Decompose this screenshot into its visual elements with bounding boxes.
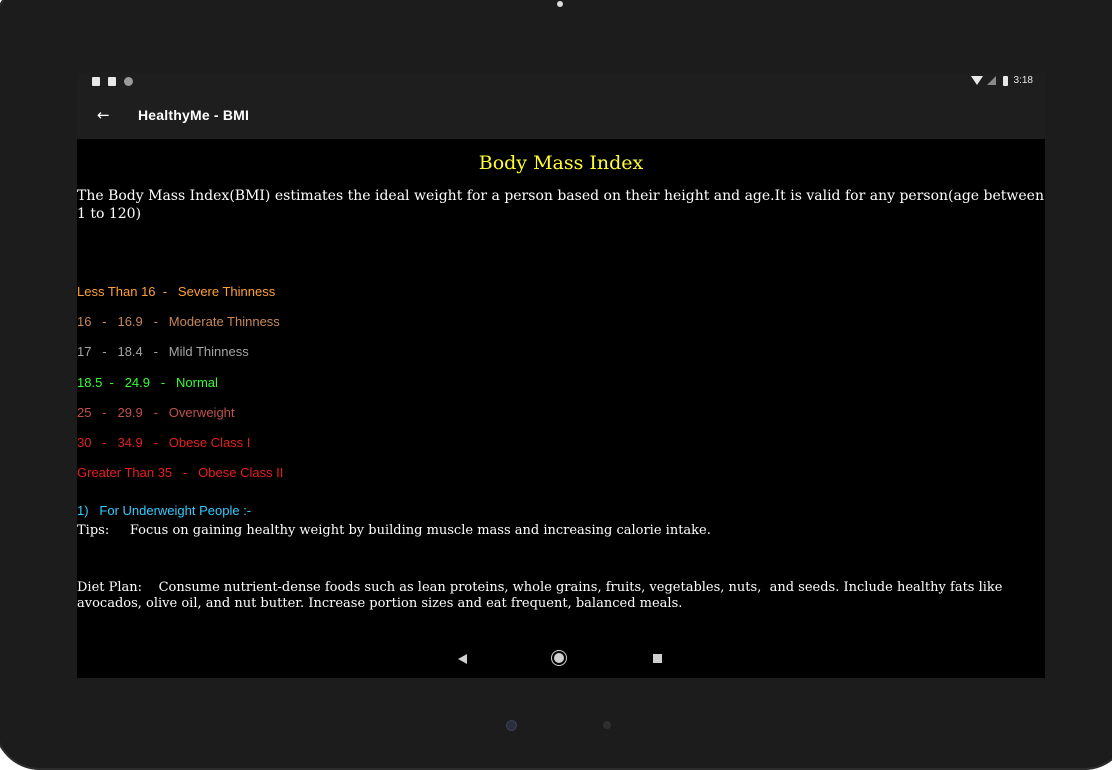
cell-signal-icon <box>986 76 996 85</box>
bmi-range-moderate-thinness: 16 - 16.9 - Moderate Thinness <box>77 314 280 329</box>
bmi-range-mild-thinness: 17 - 18.4 - Mild Thinness <box>77 344 249 359</box>
back-arrow-icon[interactable]: ← <box>97 106 110 124</box>
wifi-icon <box>970 76 983 85</box>
status-bar: 3:18 <box>77 73 1045 91</box>
diet-plan-text: Diet Plan: Consume nutrient-dense foods … <box>77 580 1007 611</box>
system-icons: 3:18 <box>970 75 1033 86</box>
page-title: HealthyMe - BMI <box>138 107 250 123</box>
front-camera-icon <box>557 1 563 7</box>
tips-text: Tips: Focus on gaining healthy weight by… <box>77 523 711 538</box>
screen: 3:18 ← HealthyMe - BMI Body Mass Index T… <box>77 73 1045 678</box>
sd-card-icon <box>108 77 116 86</box>
bmi-range-severe-thinness: Less Than 16 - Severe Thinness <box>77 284 276 299</box>
bmi-description: The Body Mass Index(BMI) estimates the i… <box>77 188 1044 222</box>
nav-recents-icon[interactable] <box>653 654 662 663</box>
nav-home-icon[interactable] <box>554 653 564 663</box>
underweight-heading: 1) For Underweight People :- <box>77 503 252 518</box>
clock: 3:18 <box>1013 75 1033 86</box>
navigation-bar <box>77 641 1045 678</box>
battery-icon <box>1002 75 1008 86</box>
bmi-range-normal: 18.5 - 24.9 - Normal <box>77 375 218 390</box>
app-bar: ← HealthyMe - BMI <box>77 91 1045 139</box>
notification-icons <box>92 77 133 86</box>
notification-app-icon <box>92 77 100 86</box>
bmi-range-obese-class-2: Greater Than 35 - Obese Class II <box>77 465 284 480</box>
sync-icon <box>124 77 133 86</box>
sensor-icon <box>507 721 516 730</box>
bmi-range-obese-class-1: 30 - 34.9 - Obese Class I <box>77 435 251 450</box>
sensor-dot-icon <box>603 721 611 729</box>
bmi-range-overweight: 25 - 29.9 - Overweight <box>77 405 235 420</box>
nav-back-icon[interactable] <box>458 654 467 664</box>
bmi-heading: Body Mass Index <box>478 152 644 174</box>
